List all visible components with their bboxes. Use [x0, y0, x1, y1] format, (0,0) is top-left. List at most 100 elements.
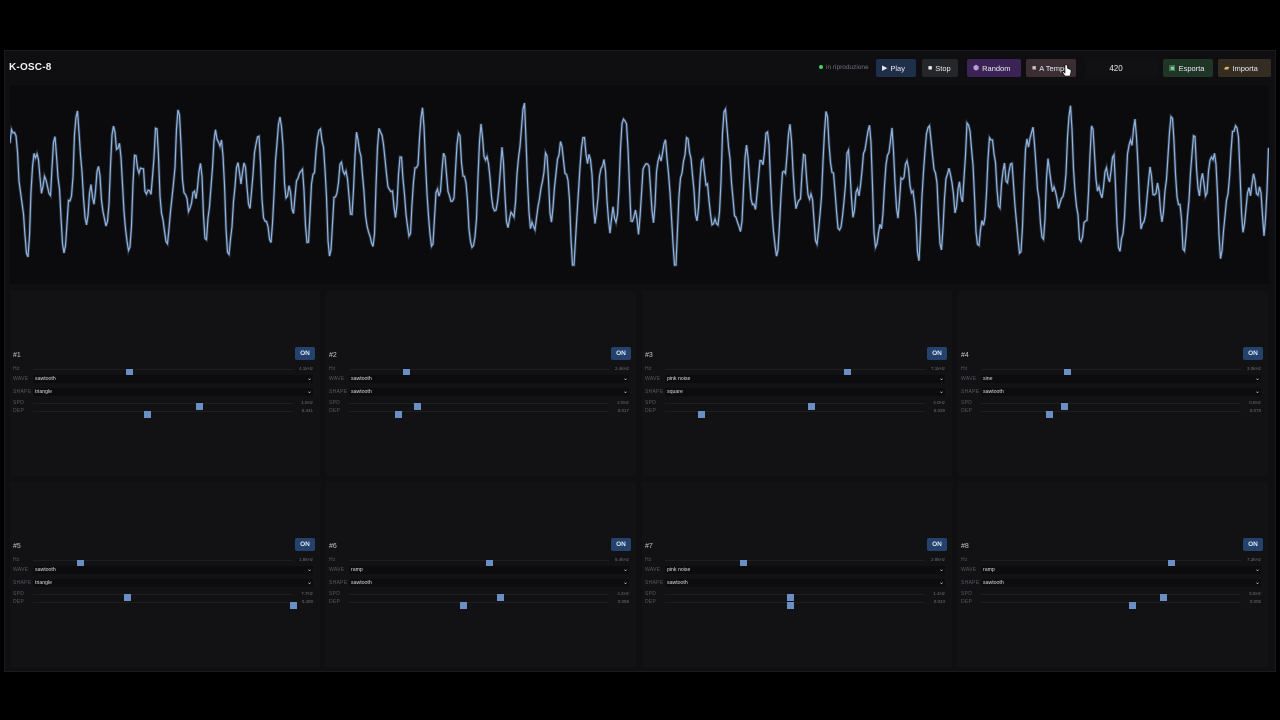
spd-slider[interactable] — [349, 594, 609, 601]
hz-value: 4.1kHz — [298, 366, 313, 371]
shape-select[interactable]: square ⌄ — [665, 388, 945, 396]
hz-value: 1.5kHz — [298, 557, 313, 562]
spd-value: 5.5Hz — [1249, 591, 1261, 596]
dep-value: 0.078 — [1249, 408, 1261, 413]
shape-value: triangle — [35, 389, 53, 395]
shape-select[interactable]: triangle ⌄ — [33, 388, 313, 396]
spd-slider[interactable] — [33, 403, 293, 410]
hz-slider[interactable] — [665, 560, 925, 567]
wave-row: WAVE ramp ⌄ — [961, 566, 1261, 575]
wave-select[interactable]: ramp ⌄ — [981, 566, 1261, 574]
hz-slider[interactable] — [33, 369, 293, 376]
on-toggle-button[interactable]: ON — [927, 538, 947, 551]
hz-slider[interactable] — [665, 369, 925, 376]
shape-label: SHAPE — [13, 580, 32, 586]
on-toggle-button[interactable]: ON — [295, 538, 315, 551]
wave-label: WAVE — [329, 376, 345, 382]
play-button[interactable]: ▶ Play — [876, 59, 916, 77]
dep-slider-handle[interactable] — [1045, 411, 1053, 418]
dep-slider[interactable] — [665, 411, 925, 418]
wave-row: WAVE ramp ⌄ — [329, 566, 629, 575]
dep-value: 0.400 — [301, 599, 313, 604]
wave-select[interactable]: sawtooth ⌄ — [33, 566, 313, 574]
shape-label: SHAPE — [329, 389, 348, 395]
spd-value: 4.2Hz — [617, 591, 629, 596]
wave-value: sawtooth — [35, 567, 56, 573]
bpm-input[interactable] — [1086, 59, 1158, 77]
chevron-down-icon: ⌄ — [306, 580, 312, 586]
hz-row: Hz 2.0kHz — [645, 556, 945, 567]
dep-slider-handle[interactable] — [144, 411, 152, 418]
spd-slider[interactable] — [981, 403, 1241, 410]
spd-label: SPD — [961, 400, 973, 406]
wave-select[interactable]: pink noise ⌄ — [665, 375, 945, 383]
spd-value: 1.5Hz — [301, 400, 313, 405]
on-toggle-button[interactable]: ON — [1243, 347, 1263, 360]
on-toggle-button[interactable]: ON — [295, 347, 315, 360]
dep-slider[interactable] — [349, 602, 609, 609]
dep-slider-handle[interactable] — [290, 602, 297, 609]
stop-label: Stop — [935, 63, 951, 73]
status-dot-icon — [819, 65, 823, 70]
oscillator-number: #2 — [329, 352, 337, 359]
oscillator-card: #7 ON Hz 2.0kHz WAVE pink noise ⌄ SHAPE sawtooth… — [642, 482, 952, 667]
shape-select[interactable]: sawtooth ⌄ — [349, 579, 629, 587]
chevron-down-icon: ⌄ — [1254, 376, 1260, 382]
save-icon: ▣ — [1169, 64, 1176, 72]
dep-slider[interactable] — [33, 602, 297, 609]
wave-select[interactable]: pink noise ⌄ — [665, 566, 945, 574]
hz-slider[interactable] — [981, 369, 1241, 376]
hz-slider[interactable] — [33, 560, 293, 567]
dep-slider-handle[interactable] — [1128, 602, 1136, 609]
hz-slider[interactable] — [981, 560, 1241, 567]
export-button[interactable]: ▣ Esporta — [1163, 59, 1213, 77]
on-toggle-button[interactable]: ON — [1243, 538, 1263, 551]
wave-value: ramp — [983, 567, 995, 573]
spd-slider[interactable] — [981, 594, 1241, 601]
wave-select[interactable]: sawtooth ⌄ — [349, 375, 629, 383]
hz-row: Hz 4.1kHz — [13, 365, 313, 376]
dep-slider-handle[interactable] — [786, 602, 794, 609]
wave-label: WAVE — [645, 567, 661, 573]
random-button[interactable]: ⬢ Random — [967, 59, 1021, 77]
shape-select[interactable]: sawtooth ⌄ — [981, 388, 1261, 396]
hz-slider[interactable] — [349, 369, 609, 376]
wave-row: WAVE pink noise ⌄ — [645, 566, 945, 575]
on-toggle-button[interactable]: ON — [611, 538, 631, 551]
on-toggle-button[interactable]: ON — [611, 347, 631, 360]
wave-select[interactable]: ramp ⌄ — [349, 566, 629, 574]
shape-select[interactable]: triangle ⌄ — [33, 579, 313, 587]
wave-label: WAVE — [13, 376, 29, 382]
chevron-down-icon: ⌄ — [306, 567, 312, 573]
dep-slider[interactable] — [665, 602, 925, 609]
chevron-down-icon: ⌄ — [306, 389, 312, 395]
dep-slider-handle[interactable] — [698, 411, 706, 418]
shape-row: SHAPE sawtooth ⌄ — [329, 579, 629, 588]
dep-value: 0.043 — [933, 599, 945, 604]
dep-slider-handle[interactable] — [395, 411, 403, 418]
import-button[interactable]: ▰ Importa — [1218, 59, 1271, 77]
hz-slider[interactable] — [349, 560, 609, 567]
shape-select[interactable]: sawtooth ⌄ — [349, 388, 629, 396]
spd-slider[interactable] — [665, 594, 925, 601]
dep-slider[interactable] — [981, 411, 1241, 418]
stop-button[interactable]: ■ Stop — [922, 59, 958, 77]
on-toggle-button[interactable]: ON — [927, 347, 947, 360]
dep-slider[interactable] — [981, 602, 1241, 609]
spd-slider[interactable] — [33, 594, 293, 601]
shape-select[interactable]: sawtooth ⌄ — [981, 579, 1261, 587]
spd-slider[interactable] — [349, 403, 609, 410]
dep-slider-handle[interactable] — [460, 602, 468, 609]
hz-label: Hz — [645, 557, 652, 563]
dep-slider[interactable] — [349, 411, 609, 418]
wave-select[interactable]: sawtooth ⌄ — [33, 375, 313, 383]
dep-slider[interactable] — [33, 411, 293, 418]
dep-label: DEP — [329, 408, 341, 414]
chevron-down-icon: ⌄ — [306, 376, 312, 382]
shape-select[interactable]: sawtooth ⌄ — [665, 579, 945, 587]
hz-value: 2.4kHz — [614, 366, 629, 371]
spd-slider[interactable] — [665, 403, 925, 410]
dep-row: DEP 0.043 — [645, 598, 945, 609]
dep-row: DEP 0.441 — [13, 407, 313, 418]
wave-select[interactable]: sine ⌄ — [981, 375, 1261, 383]
